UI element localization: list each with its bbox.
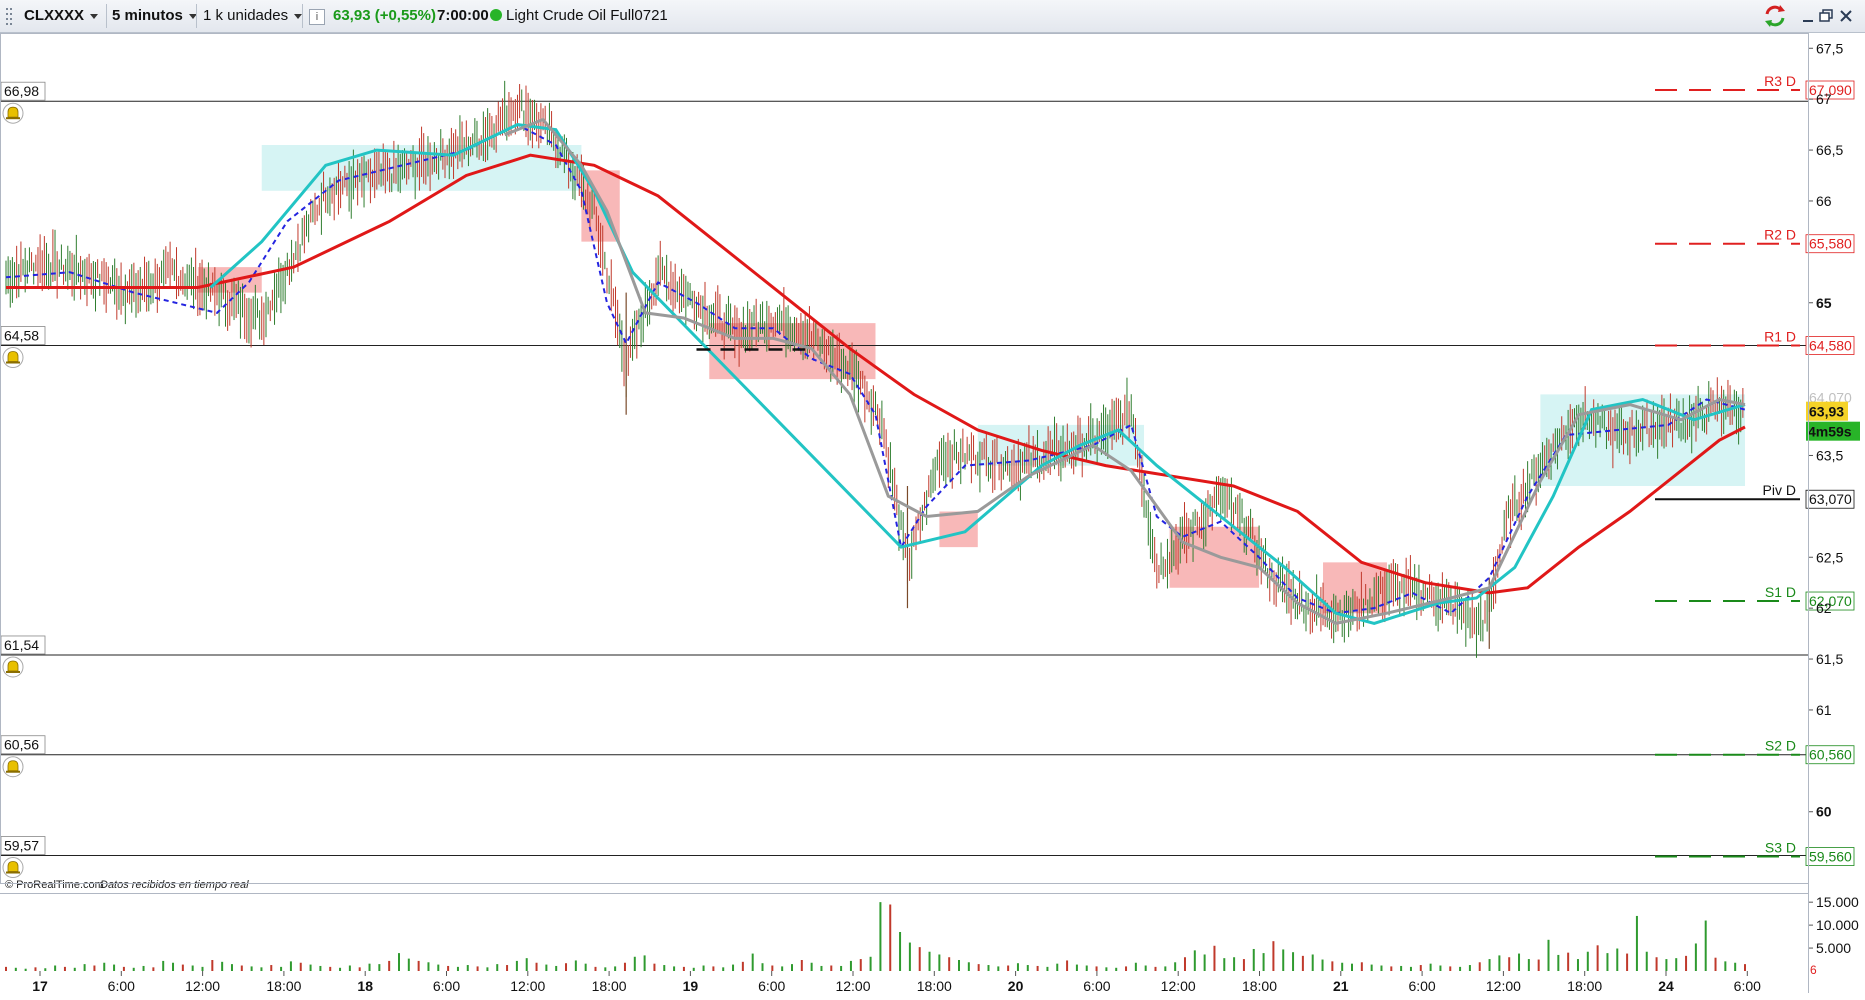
price-chart[interactable]: 66,9864,5861,5460,5659,57 R3 D67,090R2 D… bbox=[0, 33, 1865, 1000]
symbol-selector[interactable]: CLXXXX bbox=[24, 0, 98, 32]
price-tick-label: 66,5 bbox=[1816, 142, 1843, 158]
price-axis[interactable]: 67,56766,5666563,562,56261,5616064,07063… bbox=[1806, 40, 1860, 820]
pivot-name: S1 D bbox=[1765, 584, 1796, 600]
status-dot-icon bbox=[490, 9, 502, 21]
minimize-icon[interactable] bbox=[1800, 0, 1816, 32]
price-tick-label: 66 bbox=[1816, 193, 1832, 209]
pivot-price-label: 65,580 bbox=[1809, 236, 1852, 252]
price-tick-label: 61 bbox=[1816, 702, 1832, 718]
price-change: 63,93 (+0,55%) bbox=[333, 7, 436, 24]
price-level-label: 66,98 bbox=[4, 83, 39, 99]
toolbar-divider bbox=[302, 4, 303, 28]
realtime-note: Datos recibidos en tiempo real bbox=[100, 879, 249, 891]
time-tick-label: 12:00 bbox=[835, 978, 870, 994]
time-tick-label: 18 bbox=[357, 978, 373, 994]
price-level-label: 60,56 bbox=[4, 737, 39, 753]
pivot-price-label: 60,560 bbox=[1809, 747, 1852, 763]
time-tick-label: 6:00 bbox=[108, 978, 135, 994]
bell-icon bbox=[2, 756, 24, 778]
bell-icon bbox=[2, 656, 24, 678]
volume-tick-label: 10.000 bbox=[1816, 917, 1859, 933]
volume-pane: 15.000 10.000 5.000 6 bbox=[5, 894, 1859, 977]
pivot-name: R2 D bbox=[1764, 227, 1796, 243]
time-tick-label: 18:00 bbox=[1242, 978, 1277, 994]
price-tick-label: 62,5 bbox=[1816, 549, 1843, 565]
copyright: © ProRealTime.com bbox=[5, 879, 104, 891]
time-tick-label: 24 bbox=[1658, 978, 1674, 994]
close-icon[interactable] bbox=[1838, 0, 1854, 32]
cloud-segment bbox=[939, 511, 978, 548]
status-indicator bbox=[490, 0, 506, 32]
sync-icon[interactable] bbox=[1762, 0, 1788, 32]
price-tick-label: 60 bbox=[1816, 804, 1832, 820]
current-price-label: 63,93 bbox=[1809, 404, 1844, 420]
bell-icon bbox=[2, 102, 24, 124]
pivot-name: R3 D bbox=[1764, 73, 1796, 89]
toolbar-divider bbox=[106, 4, 107, 28]
series-cyan bbox=[209, 123, 1746, 625]
bell-icon bbox=[2, 857, 24, 879]
toolbar: CLXXXX 5 minutos 1 k unidades i 63,93 (+… bbox=[0, 0, 1865, 33]
price-tick-label: 63,5 bbox=[1816, 447, 1843, 463]
series-gray bbox=[504, 117, 1746, 625]
pivot-name: S2 D bbox=[1765, 738, 1796, 754]
time-tick-label: 6:00 bbox=[1734, 978, 1761, 994]
time-tick-label: 18:00 bbox=[266, 978, 301, 994]
countdown-label: 4m59s bbox=[1808, 424, 1852, 440]
time-tick-label: 18:00 bbox=[592, 978, 627, 994]
pivot-price-label: 63,070 bbox=[1809, 491, 1852, 507]
instrument-name: Light Crude Oil Full0721 bbox=[506, 7, 668, 24]
price-tick-label: 62 bbox=[1816, 600, 1832, 616]
time-tick-label: 18:00 bbox=[1567, 978, 1602, 994]
pivot-name: Piv D bbox=[1763, 482, 1796, 498]
restore-icon[interactable] bbox=[1818, 0, 1834, 32]
toolbar-divider bbox=[196, 4, 197, 28]
time-tick-label: 6:00 bbox=[758, 978, 785, 994]
time-tick-label: 20 bbox=[1008, 978, 1024, 994]
time-tick-label: 19 bbox=[683, 978, 699, 994]
cloud-layer bbox=[197, 144, 1745, 614]
price-tick-label: 65 bbox=[1816, 295, 1832, 311]
levels-layer: 66,98 64,58 61,54 60,56 59,57 bbox=[0, 81, 1808, 879]
time-tick-label: 18:00 bbox=[917, 978, 952, 994]
price-tick-label: 61,5 bbox=[1816, 651, 1843, 667]
volume-tick-label: 15.000 bbox=[1816, 894, 1859, 910]
pivot-price-label: 64,580 bbox=[1809, 338, 1852, 354]
quote-time: 7:00:00 bbox=[437, 7, 489, 24]
price-level-label: 61,54 bbox=[4, 637, 39, 653]
pivot-name: S3 D bbox=[1765, 840, 1796, 856]
info-icon[interactable]: i bbox=[309, 9, 325, 25]
interval-selector[interactable]: 5 minutos bbox=[112, 0, 197, 32]
time-tick-label: 6:00 bbox=[1083, 978, 1110, 994]
time-tick-label: 12:00 bbox=[1486, 978, 1521, 994]
grip-icon[interactable] bbox=[4, 0, 14, 32]
time-tick-label: 6:00 bbox=[1408, 978, 1435, 994]
pivot-name: R1 D bbox=[1764, 329, 1796, 345]
time-tick-label: 17 bbox=[32, 978, 48, 994]
time-tick-label: 12:00 bbox=[1161, 978, 1196, 994]
time-axis[interactable]: 17 6:00 12:00 18:00 18 6:00 12:00 18:00 19 6:00 12… bbox=[32, 971, 1761, 994]
pivot-price-label: 59,560 bbox=[1809, 849, 1852, 865]
price-level-label: 64,58 bbox=[4, 328, 39, 344]
price-level-label: 59,57 bbox=[4, 838, 39, 854]
volume-bottom-label: 6 bbox=[1810, 963, 1817, 977]
price-tick-label: 67,5 bbox=[1816, 40, 1843, 56]
time-tick-label: 12:00 bbox=[510, 978, 545, 994]
units-selector[interactable]: 1 k unidades bbox=[203, 0, 302, 32]
time-tick-label: 6:00 bbox=[433, 978, 460, 994]
bell-icon bbox=[2, 347, 24, 369]
time-tick-label: 21 bbox=[1333, 978, 1349, 994]
volume-tick-label: 5.000 bbox=[1816, 940, 1851, 956]
footer: © ProRealTime.com Datos recibidos en tie… bbox=[5, 879, 249, 891]
price-tick-label: 67 bbox=[1816, 91, 1832, 107]
time-tick-label: 12:00 bbox=[185, 978, 220, 994]
